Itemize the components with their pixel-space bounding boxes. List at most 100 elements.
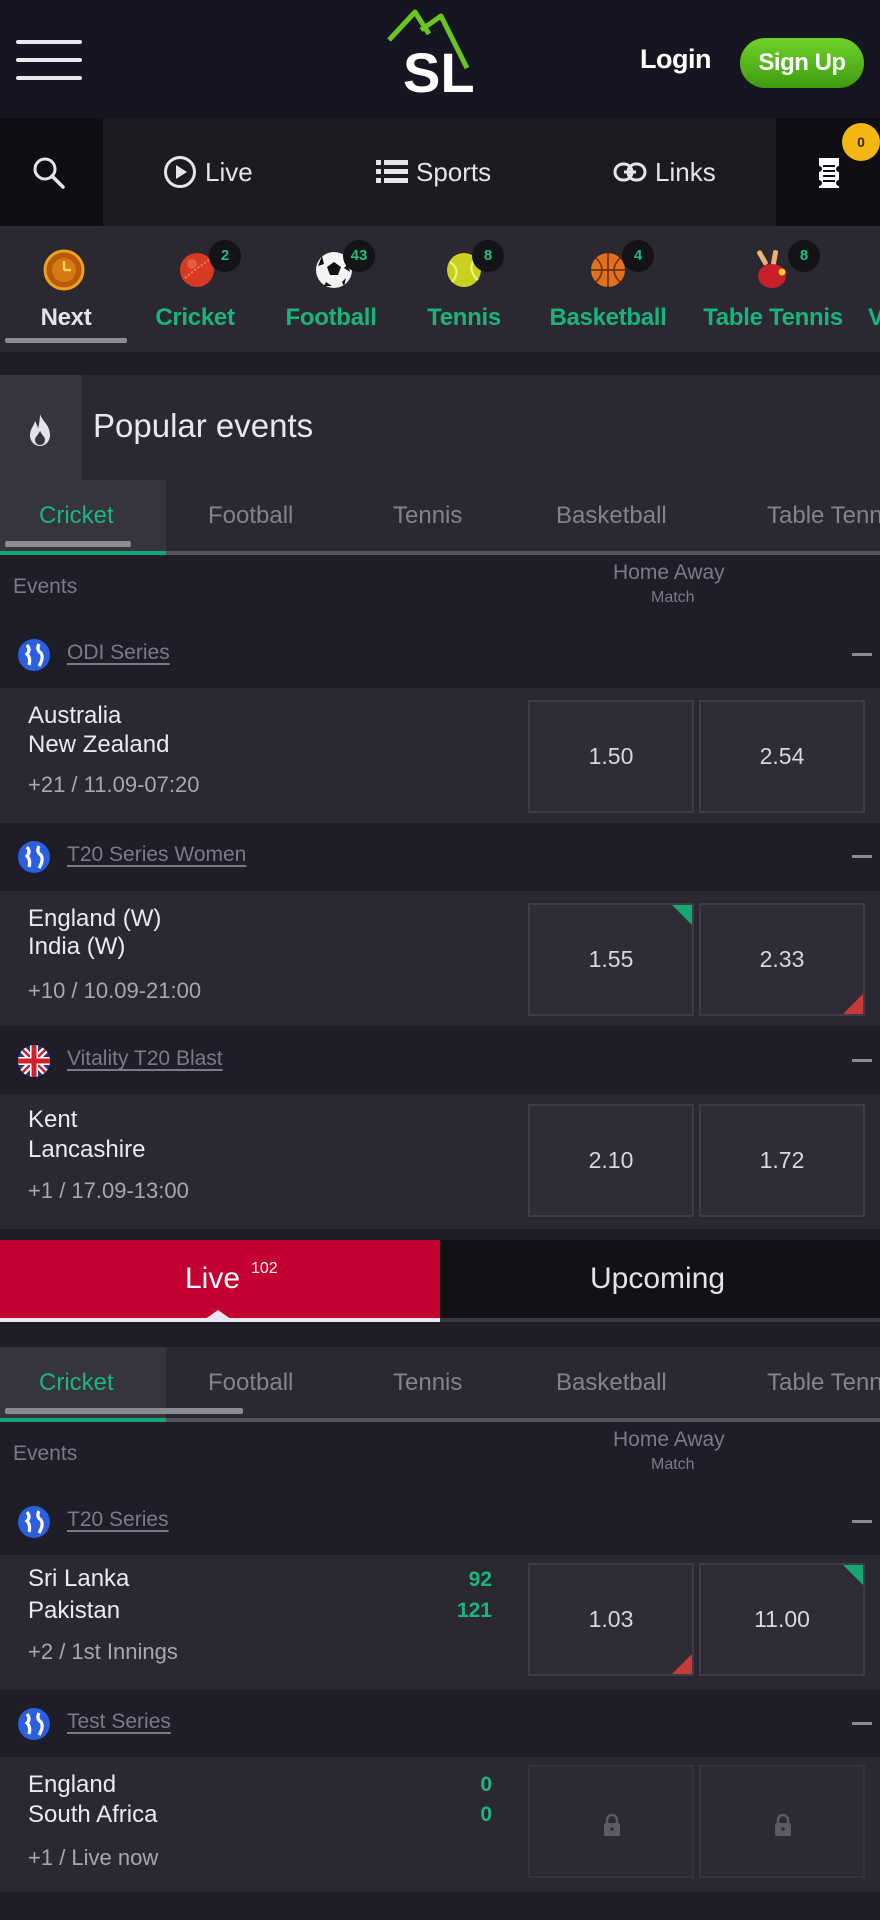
clock-icon bbox=[43, 249, 85, 291]
tab-table-tennis[interactable]: Table Tennis bbox=[767, 480, 880, 552]
events-column-header: Events Home Away Match bbox=[0, 1422, 880, 1492]
tabs-scrollbar[interactable] bbox=[5, 1408, 243, 1414]
upcoming-label: Upcoming bbox=[590, 1262, 726, 1295]
search-button[interactable] bbox=[0, 118, 103, 226]
match-row[interactable]: England (W) India (W) +10 / 10.09-21:00 … bbox=[0, 891, 880, 1026]
sport-next[interactable]: Next bbox=[5, 226, 127, 352]
home-score: 0 bbox=[480, 1773, 492, 1796]
league-name[interactable]: T20 Series Women bbox=[67, 843, 246, 867]
odds-home-button[interactable]: 2.10 bbox=[528, 1104, 694, 1217]
match-meta: +1 / 17.09-13:00 bbox=[28, 1178, 189, 1203]
collapse-icon[interactable] bbox=[852, 1722, 872, 1725]
home-team: Australia bbox=[28, 702, 122, 729]
league-name[interactable]: ODI Series bbox=[67, 641, 170, 665]
tab-live[interactable]: Live 102 bbox=[0, 1240, 440, 1322]
world-globe-icon bbox=[18, 639, 50, 671]
login-button[interactable]: Login bbox=[640, 44, 711, 75]
odds-down-indicator bbox=[672, 1654, 692, 1674]
sport-tennis[interactable]: 8 Tennis bbox=[418, 226, 510, 352]
league-name[interactable]: Vitality T20 Blast bbox=[67, 1047, 223, 1071]
tab-basketball[interactable]: Basketball bbox=[556, 480, 667, 552]
tab-football[interactable]: Football bbox=[208, 480, 293, 552]
sport-label: V bbox=[868, 304, 880, 331]
active-caret-icon bbox=[201, 1310, 235, 1322]
uk-flag-icon bbox=[18, 1045, 50, 1077]
odds-away-button[interactable]: 1.72 bbox=[699, 1104, 865, 1217]
home-team: Kent bbox=[28, 1106, 78, 1133]
match-meta: +2 / 1st Innings bbox=[28, 1639, 178, 1664]
collapse-icon[interactable] bbox=[852, 1520, 872, 1523]
collapse-icon[interactable] bbox=[852, 653, 872, 656]
away-score: 121 bbox=[456, 1599, 492, 1622]
live-count: 102 bbox=[251, 1260, 278, 1277]
link-icon bbox=[613, 162, 647, 182]
league-name[interactable]: Test Series bbox=[67, 1710, 171, 1734]
match-meta: +1 / Live now bbox=[28, 1845, 159, 1870]
match-row[interactable]: Kent Lancashire +1 / 17.09-13:00 2.10 1.… bbox=[0, 1094, 880, 1229]
tab-upcoming[interactable]: Upcoming bbox=[440, 1240, 880, 1322]
collapse-icon[interactable] bbox=[852, 1059, 872, 1062]
active-underline bbox=[5, 338, 127, 343]
fire-icon bbox=[30, 414, 50, 446]
sport-count-badge: 8 bbox=[472, 240, 504, 272]
odds-away-button[interactable]: 2.54 bbox=[699, 700, 865, 813]
sport-label: Football bbox=[285, 304, 377, 331]
league-header: T20 Series bbox=[0, 1488, 880, 1555]
betslip-count-badge: 0 bbox=[842, 123, 880, 161]
sport-label: Table Tennis bbox=[703, 304, 843, 331]
sport-count-badge: 43 bbox=[343, 240, 375, 272]
tab-basketball[interactable]: Basketball bbox=[556, 1347, 667, 1419]
home-away-column-label: Home Away bbox=[613, 561, 725, 584]
home-team: England (W) bbox=[28, 905, 162, 932]
league-header: T20 Series Women bbox=[0, 823, 880, 890]
sports-strip: Next 2 Cricket 43 Football 8 Tennis 4 Ba… bbox=[0, 226, 880, 352]
lock-icon bbox=[775, 1813, 791, 1836]
odds-up-indicator bbox=[672, 905, 692, 925]
tab-table-tennis[interactable]: Table Tennis bbox=[767, 1347, 880, 1419]
sport-table-tennis[interactable]: 8 Table Tennis bbox=[694, 226, 852, 352]
play-circle-icon bbox=[164, 156, 196, 188]
tab-tennis[interactable]: Tennis bbox=[393, 480, 462, 552]
sport-more[interactable]: V bbox=[868, 226, 880, 352]
odds-home-button[interactable]: 1.55 bbox=[528, 903, 694, 1016]
events-column-header: Events Home Away Match bbox=[0, 555, 880, 625]
odds-home-button[interactable]: 1.50 bbox=[528, 700, 694, 813]
nav-live[interactable]: Live bbox=[163, 118, 253, 226]
events-column-label: Events bbox=[13, 1442, 78, 1465]
nav-links[interactable]: Links bbox=[613, 118, 716, 226]
inactive-baseline bbox=[440, 1318, 880, 1322]
signup-button[interactable]: Sign Up bbox=[740, 38, 864, 88]
nav-sports-label: Sports bbox=[416, 156, 492, 187]
sport-count-badge: 8 bbox=[788, 240, 820, 272]
match-row[interactable]: England South Africa 0 0 +1 / Live now bbox=[0, 1757, 880, 1892]
logo[interactable]: SL bbox=[385, 6, 495, 98]
collapse-icon[interactable] bbox=[852, 855, 872, 858]
market-label: Match bbox=[651, 589, 695, 606]
hamburger-line bbox=[16, 58, 82, 62]
match-row[interactable]: Australia New Zealand +21 / 11.09-07:20 … bbox=[0, 688, 880, 823]
odds-value: 1.03 bbox=[588, 1606, 634, 1632]
odds-away-button[interactable]: 2.33 bbox=[699, 903, 865, 1016]
sport-basketball[interactable]: 4 Basketball bbox=[540, 226, 676, 352]
odds-home-button-locked bbox=[528, 1765, 694, 1878]
away-team: South Africa bbox=[28, 1801, 158, 1828]
away-team: New Zealand bbox=[28, 731, 170, 758]
menu-button[interactable] bbox=[16, 36, 84, 84]
match-row[interactable]: Sri Lanka Pakistan 92 121 +2 / 1st Innin… bbox=[0, 1555, 880, 1690]
live-label: Live bbox=[185, 1262, 241, 1295]
league-name[interactable]: T20 Series bbox=[67, 1508, 169, 1532]
sport-cricket[interactable]: 2 Cricket bbox=[148, 226, 242, 352]
odds-home-button[interactable]: 1.03 bbox=[528, 1563, 694, 1676]
sport-football[interactable]: 43 Football bbox=[276, 226, 386, 352]
tab-tennis[interactable]: Tennis bbox=[393, 1347, 462, 1419]
odds-away-button[interactable]: 11.00 bbox=[699, 1563, 865, 1676]
away-team: Pakistan bbox=[28, 1597, 121, 1624]
hamburger-line bbox=[16, 40, 82, 44]
tabs-scrollbar[interactable] bbox=[5, 541, 131, 547]
sport-count-badge: 4 bbox=[622, 240, 654, 272]
top-header: SL Login Sign Up bbox=[0, 0, 880, 118]
nav-sports[interactable]: Sports bbox=[376, 118, 491, 226]
hamburger-line bbox=[16, 76, 82, 80]
sport-count-badge: 2 bbox=[209, 240, 241, 272]
page: SL Login Sign Up Live Sports Links 0 Nex… bbox=[0, 0, 880, 1920]
